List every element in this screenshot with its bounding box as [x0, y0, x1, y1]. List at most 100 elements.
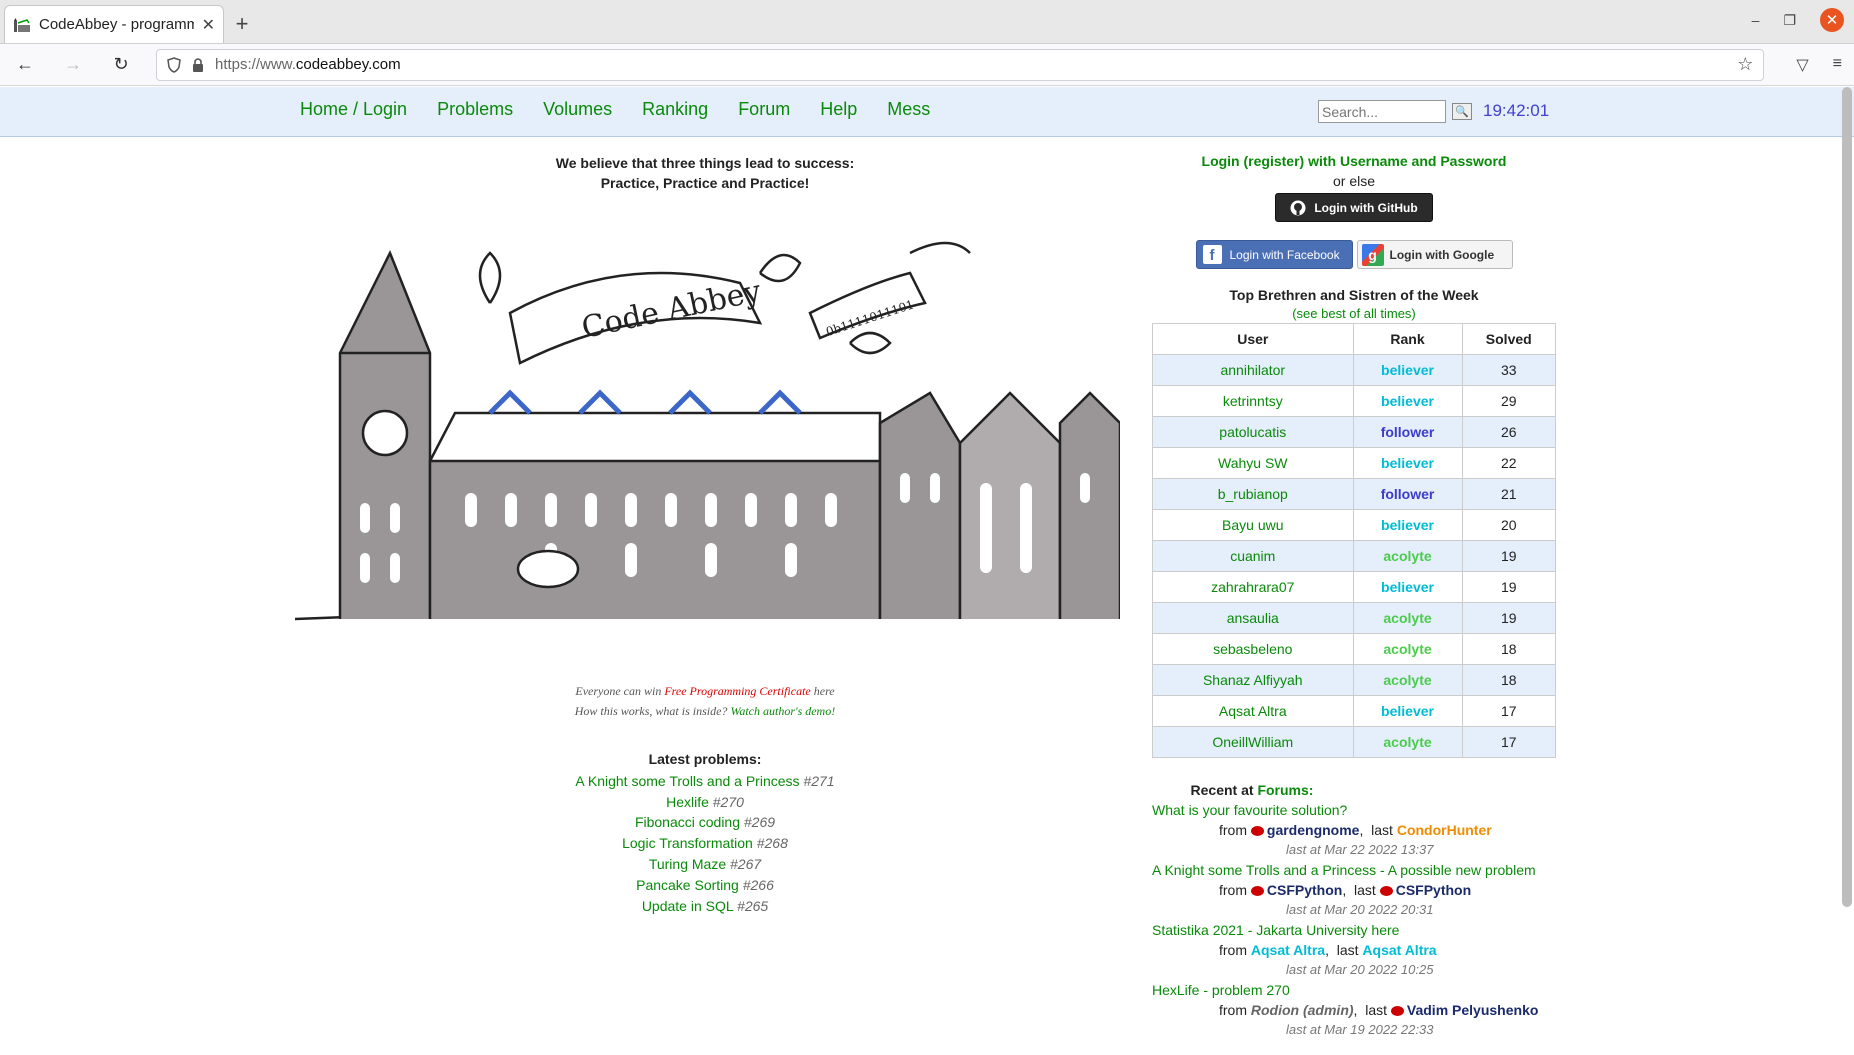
- problem-link[interactable]: Update in SQL: [642, 898, 733, 914]
- table-row: ansaulia acolyte 19: [1152, 602, 1556, 634]
- lock-icon[interactable]: [191, 57, 205, 73]
- bookmark-star-icon[interactable]: ☆: [1737, 54, 1753, 75]
- latest-problems-title: Latest problems:: [648, 751, 762, 767]
- main-menu: Home / Login Problems Volumes Ranking Fo…: [300, 99, 930, 120]
- rank-badge: follower: [1380, 486, 1435, 502]
- last-user[interactable]: Vadim Pelyushenko: [1407, 1002, 1539, 1018]
- login-github-button[interactable]: Login with GitHub: [1275, 193, 1433, 222]
- user-link[interactable]: b_rubianop: [1218, 486, 1288, 502]
- problem-link[interactable]: A Knight some Trolls and a Princess: [575, 773, 799, 789]
- search-box: 🔍: [1318, 100, 1472, 123]
- free-certificate-link[interactable]: Free Programming Certificate: [664, 684, 810, 698]
- author-demo-link[interactable]: Watch author's demo!: [730, 704, 835, 718]
- forum-topic: HexLife - problem 270 from Rodion (admin)…: [1152, 980, 1556, 1040]
- close-tab-icon[interactable]: ✕: [202, 15, 215, 35]
- login-facebook-button[interactable]: f Login with Facebook: [1195, 240, 1353, 269]
- last-user[interactable]: CondorHunter: [1397, 822, 1492, 838]
- rank-badge: acolyte: [1383, 672, 1432, 688]
- topic-link[interactable]: What is your favourite solution?: [1152, 802, 1347, 818]
- menu-ranking[interactable]: Ranking: [642, 99, 708, 120]
- back-icon[interactable]: ←: [12, 54, 38, 75]
- code-abbey-castle-illustration: Code Abbey 0b1111011101: [294, 241, 1120, 621]
- github-icon: [1290, 200, 1306, 215]
- user-link[interactable]: annihilator: [1220, 362, 1285, 378]
- window-close-icon[interactable]: ✕: [1820, 8, 1844, 32]
- login-google-button[interactable]: g Login with Google: [1356, 240, 1513, 269]
- table-row: Shanaz Alfiyyah acolyte 18: [1152, 664, 1556, 696]
- topic-link[interactable]: Statistika 2021 - Jakarta University her…: [1152, 922, 1399, 938]
- user-link[interactable]: cuanim: [1230, 548, 1275, 564]
- latest-problems: Latest problems: A Knight some Trolls an…: [290, 749, 1120, 916]
- from-user[interactable]: Aqsat Altra: [1251, 942, 1325, 958]
- bug-icon: [1390, 1006, 1404, 1016]
- topic-link[interactable]: HexLife - problem 270: [1152, 982, 1290, 998]
- user-link[interactable]: Shanaz Alfiyyah: [1203, 672, 1303, 688]
- list-item: A Knight some Trolls and a Princess #271: [575, 772, 835, 789]
- pocket-icon[interactable]: ▽: [1796, 55, 1808, 75]
- table-row: OneillWilliam acolyte 17: [1152, 726, 1556, 758]
- recent-forums: Recent at Forums: What is your favourite…: [1152, 780, 1556, 1040]
- column-header: Rank: [1352, 323, 1463, 355]
- solved-count: 26: [1461, 416, 1556, 448]
- restore-icon[interactable]: ❐: [1783, 12, 1796, 29]
- forums-link[interactable]: Forums:: [1257, 782, 1313, 798]
- menu-home-login[interactable]: Home / Login: [300, 99, 407, 120]
- user-link[interactable]: ketrinntsy: [1223, 393, 1283, 409]
- new-tab-button[interactable]: +: [224, 5, 260, 43]
- solved-count: 17: [1461, 726, 1556, 758]
- problem-link[interactable]: Logic Transformation: [622, 835, 753, 851]
- last-user[interactable]: CSFPython: [1396, 882, 1471, 898]
- left-column: We believe that three things lead to suc…: [290, 153, 1120, 914]
- from-user[interactable]: gardengnome: [1267, 822, 1360, 838]
- rank-badge: acolyte: [1383, 734, 1432, 750]
- user-link[interactable]: OneillWilliam: [1212, 734, 1293, 750]
- last-user[interactable]: Aqsat Altra: [1362, 942, 1436, 958]
- user-link[interactable]: Wahyu SW: [1218, 455, 1288, 471]
- user-link[interactable]: patolucatis: [1219, 424, 1286, 440]
- menu-help[interactable]: Help: [820, 99, 857, 120]
- shield-icon[interactable]: [167, 56, 181, 73]
- problem-link[interactable]: Pancake Sorting: [636, 877, 739, 893]
- solved-count: 19: [1461, 540, 1556, 572]
- table-row: sebasbeleno acolyte 18: [1152, 633, 1556, 665]
- scrollbar[interactable]: [1842, 87, 1852, 907]
- reload-icon[interactable]: ↻: [108, 54, 134, 75]
- search-icon[interactable]: 🔍: [1452, 103, 1472, 120]
- menu-problems[interactable]: Problems: [437, 99, 513, 120]
- search-input[interactable]: [1318, 100, 1446, 123]
- user-link[interactable]: zahrahrara07: [1211, 579, 1294, 595]
- see-best-link[interactable]: (see best of all times): [1152, 306, 1556, 321]
- rank-badge: believer: [1381, 703, 1434, 719]
- problem-link[interactable]: Hexlife: [666, 794, 709, 810]
- facebook-icon: f: [1202, 245, 1222, 264]
- topic-link[interactable]: A Knight some Trolls and a Princess - A …: [1152, 862, 1536, 878]
- user-link[interactable]: Bayu uwu: [1222, 517, 1283, 533]
- from-user[interactable]: CSFPython: [1267, 882, 1342, 898]
- solved-count: 17: [1461, 695, 1556, 727]
- or-else-text: or else: [1332, 173, 1376, 189]
- problem-link[interactable]: Turing Maze: [649, 856, 726, 872]
- browser-tab[interactable]: CodeAbbey - programmin ✕: [4, 5, 224, 43]
- forward-icon[interactable]: →: [60, 54, 86, 75]
- right-column: Login (register) with Username and Passw…: [1152, 153, 1556, 1040]
- rank-badge: acolyte: [1383, 548, 1432, 564]
- user-link[interactable]: ansaulia: [1227, 610, 1279, 626]
- menu-volumes[interactable]: Volumes: [543, 99, 612, 120]
- forum-topic: A Knight some Trolls and a Princess - A …: [1152, 860, 1556, 920]
- promo-block: Everyone can win Free Programming Certif…: [574, 684, 836, 718]
- menu-forum[interactable]: Forum: [738, 99, 790, 120]
- app-menu-icon[interactable]: ≡: [1833, 55, 1842, 75]
- from-user[interactable]: Rodion (admin): [1251, 1002, 1354, 1018]
- minimize-icon[interactable]: –: [1752, 12, 1760, 28]
- url-bar[interactable]: https://www.codeabbey.com ☆: [156, 48, 1765, 81]
- user-link[interactable]: sebasbeleno: [1213, 641, 1292, 657]
- login-register-link[interactable]: Login (register) with Username and Passw…: [1152, 153, 1556, 169]
- user-link[interactable]: Aqsat Altra: [1219, 703, 1287, 719]
- menu-mess[interactable]: Mess: [887, 99, 930, 120]
- forum-topic: Statistika 2021 - Jakarta University her…: [1152, 920, 1556, 980]
- codeabbey-favicon-icon: [14, 17, 30, 32]
- url-text: https://www.codeabbey.com: [215, 56, 401, 73]
- rank-badge: follower: [1380, 424, 1435, 440]
- list-item: Turing Maze #267: [648, 855, 762, 872]
- problem-link[interactable]: Fibonacci coding: [635, 814, 740, 830]
